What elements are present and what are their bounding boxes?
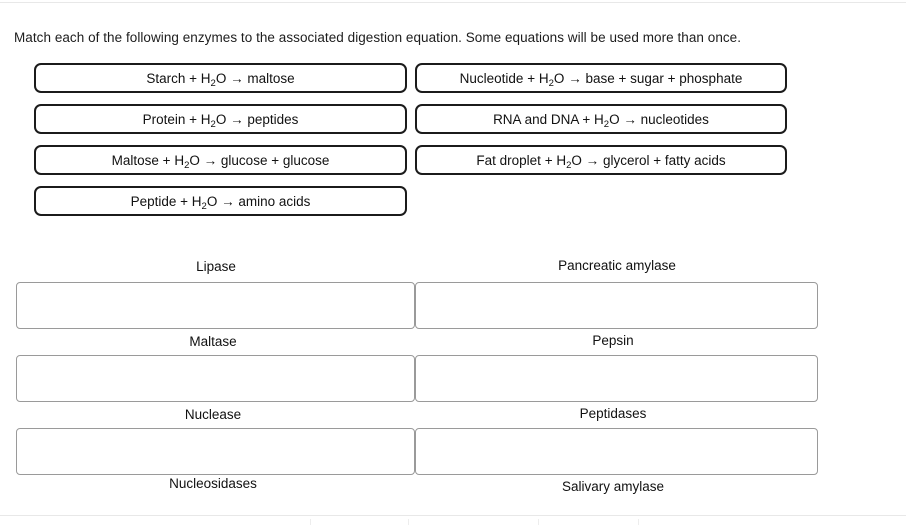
bottom-tick-marks xyxy=(0,519,906,527)
drop-zone-maltase[interactable] xyxy=(16,355,415,402)
equation-tile-protein-peptides[interactable]: Protein + H2O → peptides xyxy=(34,104,407,134)
equation-products: glycerol + fatty acids xyxy=(602,152,726,168)
equation-reactant: Nucleotide xyxy=(459,70,524,86)
water-formula: H2O xyxy=(594,111,620,130)
equation-reactant: RNA and DNA xyxy=(493,111,579,127)
plus-sign: + xyxy=(189,111,198,127)
equation-tile-peptide-amino-acids[interactable]: Peptide + H2O → amino acids xyxy=(34,186,407,216)
enzyme-label-pancreatic-amylase: Pancreatic amylase xyxy=(558,258,676,273)
enzyme-label-maltase: Maltase xyxy=(189,334,237,349)
equation-tile-fat-droplet-glycerol[interactable]: Fat droplet + H2O → glycerol + fatty aci… xyxy=(415,145,787,175)
equation-products: glucose + glucose xyxy=(220,152,330,168)
equation-reactant: Protein xyxy=(142,111,186,127)
enzyme-label-peptidases: Peptidases xyxy=(579,406,647,421)
plus-sign: + xyxy=(180,193,189,209)
equation-reactant: Starch xyxy=(146,70,186,86)
plus-sign: + xyxy=(582,111,591,127)
plus-sign: + xyxy=(527,70,536,86)
bottom-divider xyxy=(0,515,906,516)
drop-zone-nuclease[interactable] xyxy=(16,428,415,475)
equation-tile-maltose-glucose[interactable]: Maltose + H2O → glucose + glucose xyxy=(34,145,407,175)
enzyme-label-nucleosidases: Nucleosidases xyxy=(169,476,257,491)
enzyme-label-salivary-amylase: Salivary amylase xyxy=(561,479,665,494)
reaction-arrow: → xyxy=(221,193,235,209)
drop-zone-pancreatic-amylase[interactable] xyxy=(415,282,818,329)
reaction-arrow: → xyxy=(623,111,637,127)
equation-reactant: Fat droplet xyxy=(476,152,541,168)
water-formula: H2O xyxy=(538,70,565,89)
water-formula: H2O xyxy=(191,193,218,212)
top-divider xyxy=(0,2,906,3)
equation-reactant: Peptide xyxy=(130,193,177,209)
plus-sign: + xyxy=(544,152,553,168)
enzyme-label-lipase: Lipase xyxy=(196,259,236,274)
equation-tile-starch-maltose[interactable]: Starch + H2O → maltose xyxy=(34,63,407,93)
water-formula: H2O xyxy=(174,152,200,171)
drop-zone-peptidases[interactable] xyxy=(415,428,818,475)
equation-products: base + sugar + phosphate xyxy=(585,70,743,86)
water-formula: H2O xyxy=(200,111,227,130)
reaction-arrow: → xyxy=(230,70,244,86)
equation-products: peptides xyxy=(247,111,299,127)
instruction-text: Match each of the following enzymes to t… xyxy=(14,30,742,45)
reaction-arrow: → xyxy=(585,152,600,168)
equation-products: maltose xyxy=(247,70,295,86)
equation-tile-rna-dna-nucleotides[interactable]: RNA and DNA + H2O → nucleotides xyxy=(415,104,787,134)
equation-reactant: Maltose xyxy=(111,152,159,168)
reaction-arrow: → xyxy=(203,152,218,168)
enzyme-label-nuclease: Nuclease xyxy=(184,407,242,422)
water-formula: H2O xyxy=(556,152,582,171)
reaction-arrow: → xyxy=(230,111,244,127)
equation-tile-nucleotide-base[interactable]: Nucleotide + H2O → base + sugar + phosph… xyxy=(415,63,787,93)
reaction-arrow: → xyxy=(568,70,582,86)
drop-zone-lipase[interactable] xyxy=(16,282,415,329)
exercise-canvas: Match each of the following enzymes to t… xyxy=(0,0,906,527)
plus-sign: + xyxy=(162,152,171,168)
equation-products: nucleotides xyxy=(640,111,709,127)
drop-zone-pepsin[interactable] xyxy=(415,355,818,402)
equation-products: amino acids xyxy=(238,193,311,209)
water-formula: H2O xyxy=(200,70,227,89)
plus-sign: + xyxy=(189,70,198,86)
enzyme-label-pepsin: Pepsin xyxy=(592,333,634,348)
